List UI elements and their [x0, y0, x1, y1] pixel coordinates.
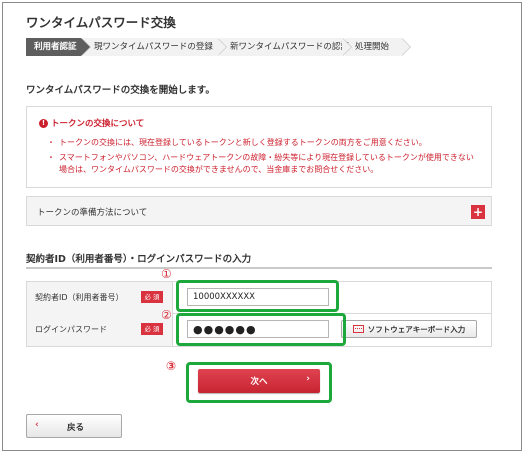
- highlight-password: [176, 313, 346, 346]
- step-label: 利用者認証: [34, 42, 77, 52]
- step-process-start: 処理開始: [345, 38, 411, 56]
- contract-id-label: 契約者ID（利用者番号）: [35, 293, 124, 302]
- annotation-number-3: ③: [166, 359, 177, 373]
- page-title: ワンタイムパスワード交換: [26, 15, 176, 30]
- notice-list: トークンの交換には、現在登録しているトークンと新しく登録するトークンの両方をご用…: [47, 137, 479, 179]
- token-prep-label: トークンの準備方法について: [37, 208, 148, 218]
- contract-id-label-cell: 契約者ID（利用者番号） 必 須: [27, 282, 173, 314]
- notice-heading: ! トークンの交換について: [39, 117, 144, 129]
- notice-item: トークンの交換には、現在登録しているトークンと新しく登録するトークンの両方をご用…: [47, 137, 479, 149]
- step-indicator: 利用者認証 現ワンタイムパスワードの登録 新ワンタイムパスワードの認証 処理開始: [26, 38, 496, 56]
- step-user-auth: 利用者認証: [26, 38, 91, 56]
- notice-item: スマートフォンやパソコン、ハードウェアトークンの故障・紛失等により現在登録してい…: [47, 152, 479, 176]
- notice-heading-text: トークンの交換について: [51, 119, 145, 129]
- expand-plus-icon[interactable]: +: [471, 205, 485, 219]
- next-button-label: 次へ: [250, 377, 268, 387]
- required-badge: 必 須: [141, 291, 163, 303]
- annotation-number-1: ①: [161, 267, 172, 281]
- back-button[interactable]: ‹ 戻る: [26, 414, 122, 438]
- software-keyboard-button[interactable]: ソフトウェアキーボード入力: [341, 320, 477, 338]
- step-label: 新ワンタイムパスワードの認証: [230, 42, 349, 52]
- step-label: 現ワンタイムパスワードの登録: [94, 42, 213, 52]
- password-label-cell: ログインパスワード 必 須: [27, 314, 173, 346]
- warning-icon: !: [39, 118, 48, 128]
- start-message: ワンタイムパスワードの交換を開始します。: [26, 85, 215, 96]
- section-divider: [26, 267, 492, 269]
- password-label: ログインパスワード: [35, 325, 107, 334]
- annotation-number-2: ②: [161, 308, 172, 322]
- login-section-title: 契約者ID（利用者番号）・ログインパスワードの入力: [26, 254, 252, 265]
- chevron-right-icon: ›: [306, 374, 310, 384]
- keyboard-icon: [352, 325, 364, 333]
- step-current-otp-register: 現ワンタイムパスワードの登録: [84, 38, 227, 56]
- back-button-label: 戻る: [67, 423, 85, 433]
- chevron-left-icon: ‹: [35, 420, 39, 430]
- software-keyboard-label: ソフトウェアキーボード入力: [367, 324, 466, 334]
- step-new-otp-auth: 新ワンタイムパスワードの認証: [220, 38, 352, 56]
- token-exchange-notice: ! トークンの交換について トークンの交換には、現在登録しているトークンと新しく…: [26, 106, 492, 188]
- highlight-contract-id: [176, 280, 339, 312]
- next-button[interactable]: 次へ ›: [198, 369, 320, 393]
- required-badge: 必 須: [141, 323, 163, 335]
- step-label: 処理開始: [355, 42, 390, 52]
- token-prep-accordion[interactable]: トークンの準備方法について +: [26, 196, 492, 226]
